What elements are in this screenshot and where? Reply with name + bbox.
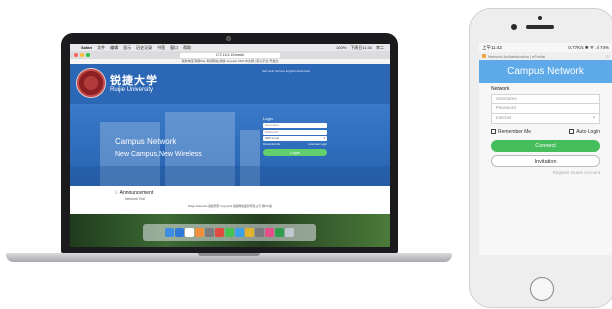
close-window-icon[interactable] bbox=[74, 53, 78, 57]
remember-me-label: Remember Me bbox=[498, 129, 532, 135]
menu-item[interactable]: 编辑 bbox=[110, 45, 118, 51]
earpiece-speaker bbox=[526, 25, 554, 29]
login-panel: Login Username Password NRP.Local ▾ Reme… bbox=[263, 116, 327, 156]
menu-item[interactable]: 显示 bbox=[123, 45, 131, 51]
phone-username-input[interactable]: Username bbox=[491, 94, 600, 104]
menu-item[interactable]: 书签 bbox=[157, 45, 165, 51]
minimize-window-icon[interactable] bbox=[80, 53, 84, 57]
phone-password-input[interactable]: Password bbox=[491, 104, 600, 114]
checkbox-icon bbox=[569, 129, 575, 135]
university-name-en: Ruijie University bbox=[110, 87, 154, 93]
service-select-value: NRP.Local bbox=[265, 136, 279, 141]
remember-me-checkbox[interactable]: Remember Me bbox=[263, 143, 280, 146]
chrome-icon[interactable] bbox=[245, 228, 254, 237]
mac-dock bbox=[143, 224, 316, 241]
phone-login-options: Remember Me Auto Login bbox=[491, 129, 600, 135]
menu-item[interactable]: 文件 bbox=[97, 45, 105, 51]
invitation-button[interactable]: Invitation bbox=[491, 155, 600, 167]
chevron-right-icon: › bbox=[593, 115, 595, 121]
calendar-icon[interactable] bbox=[185, 228, 194, 237]
excel-icon[interactable] bbox=[275, 228, 284, 237]
favicon-icon bbox=[482, 54, 486, 58]
phone-time: 上午11:42 bbox=[482, 44, 502, 50]
university-seal-logo bbox=[76, 68, 106, 98]
announcement-heading: ♢ Announcement bbox=[114, 190, 153, 196]
clock[interactable]: 下周日11:34 bbox=[350, 45, 372, 51]
weather-icon[interactable] bbox=[235, 228, 244, 237]
webcam-icon bbox=[226, 36, 231, 41]
music-icon[interactable] bbox=[265, 228, 274, 237]
password-placeholder: Password bbox=[496, 105, 516, 110]
messages-icon[interactable] bbox=[225, 228, 234, 237]
browser-toolbar: 172.16.4.10/eauth bbox=[70, 51, 390, 59]
header-links[interactable]: Self Help Service English Download bbox=[262, 69, 310, 73]
phone-auto-login-checkbox[interactable]: Auto Login bbox=[569, 129, 600, 135]
safari-icon[interactable] bbox=[175, 228, 184, 237]
mac-menubar: Safari 文件 编辑 显示 历史记录 书签 窗口 帮助 100% 下周日11… bbox=[70, 44, 390, 51]
battery-status[interactable]: 100% bbox=[336, 45, 346, 51]
service-value: Internet bbox=[496, 115, 512, 120]
username-placeholder: Username bbox=[496, 96, 517, 101]
menu-app-name[interactable]: Safari bbox=[81, 45, 92, 50]
trash-icon[interactable] bbox=[285, 228, 294, 237]
checkbox-icon bbox=[491, 129, 496, 135]
phone-service-select[interactable]: Internet › bbox=[491, 114, 600, 124]
books-icon[interactable] bbox=[215, 228, 224, 237]
finder-icon[interactable] bbox=[165, 228, 174, 237]
tab-title: Network Authentication | ePortal bbox=[488, 53, 545, 59]
auto-login-checkbox[interactable]: Automatic Login bbox=[308, 143, 327, 146]
announcement-title: Announcement bbox=[119, 190, 154, 196]
menu-item[interactable]: 窗口 bbox=[170, 45, 178, 51]
chevron-down-icon: ▾ bbox=[323, 136, 325, 141]
address-bar[interactable]: 172.16.4.10/eauth bbox=[180, 52, 280, 58]
university-name-cn: 锐捷大学 bbox=[110, 74, 158, 87]
announcement-item[interactable]: Network Test bbox=[125, 197, 145, 201]
login-title: Login bbox=[263, 116, 273, 121]
network-label: Network bbox=[491, 86, 510, 92]
username-input[interactable]: Username bbox=[263, 123, 327, 128]
front-camera-icon bbox=[511, 24, 517, 30]
zoom-window-icon[interactable] bbox=[86, 53, 90, 57]
phone-remember-me-checkbox[interactable]: Remember Me bbox=[491, 129, 531, 135]
site-header: 锐捷大学 Ruijie University Self Help Service… bbox=[70, 64, 390, 104]
hero-banner: Campus Network New Campus,New Wireless L… bbox=[70, 104, 390, 186]
service-select[interactable]: NRP.Local ▾ bbox=[263, 136, 327, 142]
connect-button[interactable]: Connect bbox=[491, 140, 600, 152]
photos-icon[interactable] bbox=[195, 228, 204, 237]
phone-status-icons: 0.77K/s ✱ ᯤ .ıl 74% bbox=[568, 44, 609, 50]
login-options: Remember Me Automatic Login bbox=[263, 143, 327, 146]
menu-item[interactable]: 帮助 bbox=[183, 45, 191, 51]
register-guest-link[interactable]: Register Guest Account bbox=[491, 170, 600, 175]
system-prefs-icon[interactable] bbox=[205, 228, 214, 237]
phone-login-form: Network Username Password Internet › Rem… bbox=[479, 83, 612, 175]
browser-tab[interactable]: Network Authentication | ePortal ⊙ bbox=[479, 52, 612, 60]
laptop-notch bbox=[198, 253, 260, 256]
menu-item[interactable]: 历史记录 bbox=[136, 45, 152, 51]
hero-title: Campus Network bbox=[115, 137, 177, 146]
login-button[interactable]: Login bbox=[263, 148, 327, 156]
phone-banner-title: Campus Network bbox=[479, 60, 612, 83]
user-name[interactable]: 李二 bbox=[376, 45, 384, 51]
bell-icon: ♢ bbox=[114, 190, 119, 196]
home-button[interactable] bbox=[530, 277, 554, 301]
proximity-sensor bbox=[538, 16, 542, 20]
auto-login-label: Auto Login bbox=[576, 129, 600, 135]
hero-subtitle: New Campus,New Wireless bbox=[115, 151, 202, 158]
close-tab-icon[interactable]: ⊙ bbox=[606, 54, 609, 59]
phone-status-bar: 上午11:42 0.77K/s ✱ ᯤ .ıl 74% bbox=[479, 43, 612, 52]
ground-shadow bbox=[70, 166, 390, 186]
laptop-screen: Safari 文件 编辑 显示 历史记录 书签 窗口 帮助 100% 下周日11… bbox=[70, 44, 390, 247]
copyright-text: Ruijie Networks 版权所有 Copyright 锐捷网络股份有限公… bbox=[188, 204, 272, 208]
password-input[interactable]: Password bbox=[263, 129, 327, 135]
phone-screen: 上午11:42 0.77K/s ✱ ᯤ .ıl 74% Network Auth… bbox=[479, 43, 612, 255]
settings-icon[interactable] bbox=[255, 228, 264, 237]
